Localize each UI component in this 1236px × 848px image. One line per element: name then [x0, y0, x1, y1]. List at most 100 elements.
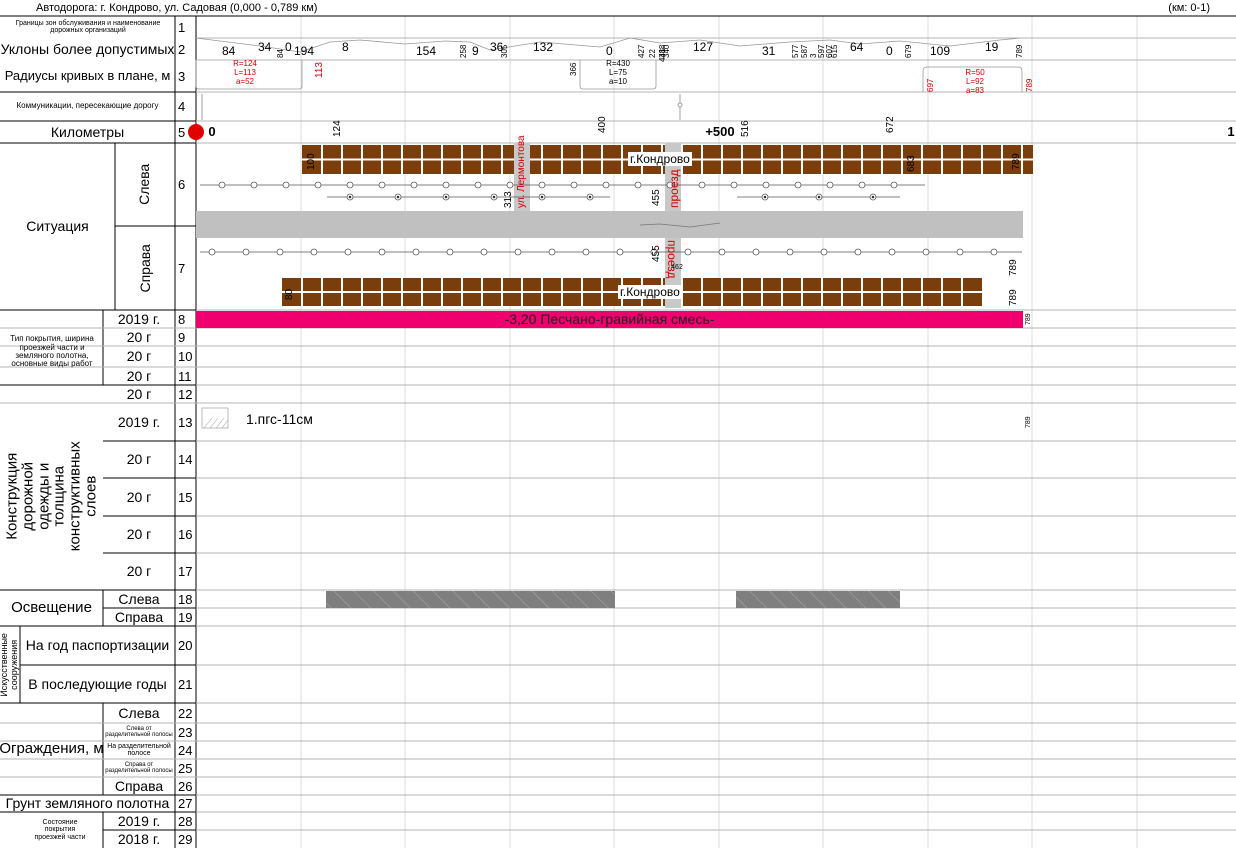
utility-node [698, 181, 706, 189]
slope-value: 679 [904, 44, 913, 58]
row-number: 3 [178, 68, 186, 84]
mark-left-313: 313 [503, 191, 514, 208]
curve-1-radius: R=124 [233, 58, 257, 68]
slope-value: 84 [276, 49, 285, 58]
label-right-of-divider: Справа от разделительной полосы [105, 761, 173, 774]
row-number: 2 [178, 41, 186, 57]
label-condition-2019: 2019 г. [117, 812, 161, 829]
label-construction-20-d: 20 г [126, 563, 152, 580]
utility-node [890, 181, 898, 189]
label-on-divider: На разделительной полосе [107, 742, 171, 757]
utility-node [314, 181, 322, 189]
utility-node [794, 181, 802, 189]
utility-node [634, 181, 642, 189]
curve-3-length: L=92 [965, 76, 985, 86]
utility-node [506, 181, 514, 189]
mark-right-455: 455 [651, 245, 662, 262]
utility-node-dot [444, 195, 448, 199]
page-title: Автодорога: г. Кондрово, ул. Садовая (0,… [36, 2, 318, 14]
row-number: 17 [178, 564, 193, 579]
km-one: 1 [1227, 124, 1235, 140]
street-label: ул. Лермонтова [516, 135, 527, 208]
label-construction: Конструкция дорожной одежды и толщина ко… [3, 441, 100, 552]
label-lighting-left: Слева [118, 590, 160, 607]
label-barriers-left: Слева [118, 704, 160, 721]
row-number: 11 [178, 368, 192, 384]
km-plus500: +500 [705, 124, 735, 140]
utility-node [858, 181, 866, 189]
slope-value: 19 [985, 40, 999, 54]
curve-3-params: R=50 L=92 a=83 [945, 67, 1005, 95]
utility-node [888, 248, 896, 256]
label-structures: Искусственные сооружения [0, 632, 20, 697]
label-pavement-type: Тип покрытия, ширина проезжей части и зе… [10, 334, 94, 369]
curve-2-angle: a=10 [608, 76, 628, 86]
slope-value: 577 [791, 44, 800, 58]
curve-1-params: R=124 L=113 a=52 [215, 58, 275, 86]
label-pavement-20-a: 20 г [126, 328, 152, 345]
utility-node [282, 181, 290, 189]
label-slopes: Уклоны более допустимых [0, 40, 175, 57]
label-service-zones: Границы зон обслуживания и наименование … [15, 19, 161, 34]
label-structures-wrap: Искусственные сооружения [0, 626, 20, 703]
row-number: 4 [178, 99, 186, 114]
km-tick-400: 400 [597, 116, 608, 133]
label-situation-right: Справа [136, 243, 153, 293]
label-condition-2018: 2018 г. [117, 830, 161, 847]
curve-2-params: R=430 L=75 a=10 [588, 58, 648, 86]
row-number: 29 [178, 831, 193, 847]
mark-left-789: 789 [1011, 153, 1022, 170]
slope-value: 0 [285, 40, 292, 54]
utility-node [250, 181, 258, 189]
slope-value: 132 [533, 40, 554, 54]
label-construction-wrap: Конструкция дорожной одежды и толщина ко… [0, 403, 103, 590]
road-passport-sheet: Автодорога: г. Кондрово, ул. Садовая (0,… [0, 0, 1236, 848]
row-number: 23 [178, 724, 193, 740]
label-passport-year: На год паспортизации [25, 637, 170, 654]
row-number: 10 [178, 349, 193, 364]
utility-node [446, 248, 454, 256]
utility-node [570, 181, 578, 189]
mark-right-80: 80 [284, 288, 295, 300]
slope-value: 109 [930, 44, 951, 58]
label-pavement-20-c: 20 г [126, 367, 152, 384]
slope-value: 427 [637, 44, 646, 58]
utility-node [242, 248, 250, 256]
mark-left-100: 100 [306, 153, 317, 170]
utility-node [218, 181, 226, 189]
row-number: 5 [178, 124, 186, 140]
row-number: 26 [178, 778, 193, 794]
utility-node-dot [540, 195, 544, 199]
curve-1-end: 113 [314, 62, 325, 78]
row-number: 6 [178, 177, 186, 192]
slope-value: 0 [886, 44, 893, 58]
label-pavement-20-d: 20 г [126, 385, 152, 402]
label-construction-2019: 2019 г. [117, 413, 161, 430]
km-range: (км: 0-1) [1168, 2, 1210, 14]
label-construction-20-c: 20 г [126, 526, 152, 543]
label-lighting: Освещение [11, 599, 92, 617]
utility-node-dot [871, 195, 875, 199]
km-tick-124: 124 [332, 120, 343, 137]
label-communications: Коммуникации, пересекающие дорогу [16, 101, 159, 111]
label-construction-20-b: 20 г [126, 488, 152, 505]
construction-layer: 1.пгс-11см [246, 410, 313, 427]
curve-2-radius: R=430 [606, 58, 630, 68]
utility-node [752, 248, 760, 256]
utility-node-dot [817, 195, 821, 199]
slope-value: 154 [416, 44, 437, 58]
km-zero: 0 [208, 124, 216, 140]
utility-node [762, 181, 770, 189]
town-label-left: г.Кондрово [628, 152, 692, 166]
label-situation-right-wrap: Справа [115, 226, 175, 310]
main-road [196, 211, 1023, 238]
utility-node [474, 181, 482, 189]
utility-node [956, 248, 964, 256]
mark-right-462: 462 [671, 264, 683, 272]
km-tick-672: 672 [885, 116, 896, 133]
label-lighting-right: Справа [114, 608, 164, 625]
slope-value: 194 [294, 44, 315, 58]
utility-node [208, 248, 216, 256]
mark-right-789-a: 789 [1008, 259, 1019, 276]
row-number: 20 [178, 638, 193, 653]
